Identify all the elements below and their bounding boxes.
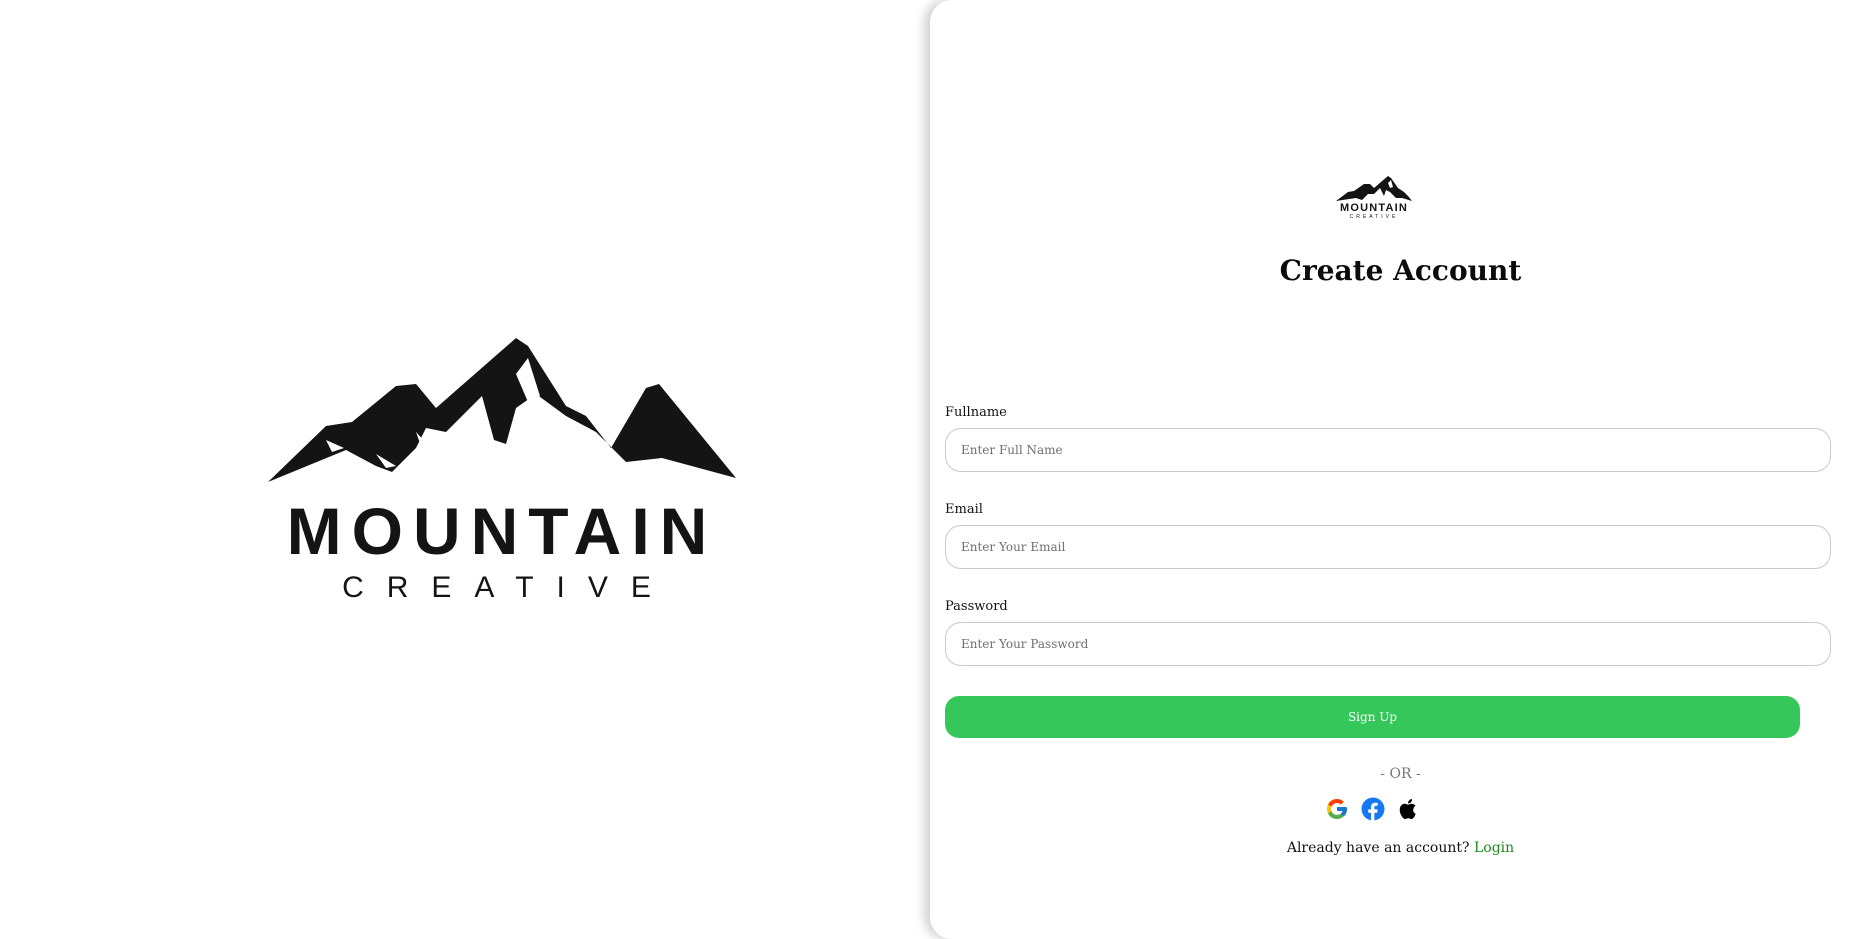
email-label: Email [945, 502, 983, 517]
fullname-input[interactable] [945, 428, 1831, 472]
apple-icon[interactable] [1397, 797, 1421, 821]
small-brand-subword: CREATIVE [1349, 214, 1399, 220]
brand-wordmark: MOUNTAIN [286, 494, 718, 568]
small-brand-logo: MOUNTAIN CREATIVE [1334, 176, 1414, 222]
email-input[interactable] [945, 525, 1831, 569]
or-divider: - OR - [1380, 766, 1421, 782]
password-label: Password [945, 599, 1008, 614]
small-mountain-graphic [1336, 176, 1412, 201]
login-prompt-line: Already have an account? Login [930, 840, 1871, 856]
login-link[interactable]: Login [1474, 840, 1514, 856]
mountain-graphic [268, 338, 736, 482]
brand-subword: CREATIVE [342, 571, 674, 604]
signup-page: MOUNTAIN CREATIVE MOUNTAIN CREATIVE Crea… [0, 0, 1871, 939]
small-brand-wordmark: MOUNTAIN [1339, 202, 1409, 214]
fullname-label: Fullname [945, 405, 1007, 420]
sign-up-button[interactable]: Sign Up [945, 696, 1800, 738]
brand-panel: MOUNTAIN CREATIVE [0, 0, 930, 939]
google-icon[interactable] [1325, 797, 1349, 821]
page-title: Create Account [1279, 254, 1522, 287]
signup-card: MOUNTAIN CREATIVE Create Account Fullnam… [930, 0, 1871, 939]
facebook-icon[interactable] [1361, 797, 1385, 821]
password-input[interactable] [945, 622, 1831, 666]
login-prompt-text: Already have an account? [1286, 840, 1470, 856]
brand-logo: MOUNTAIN CREATIVE [266, 336, 738, 616]
